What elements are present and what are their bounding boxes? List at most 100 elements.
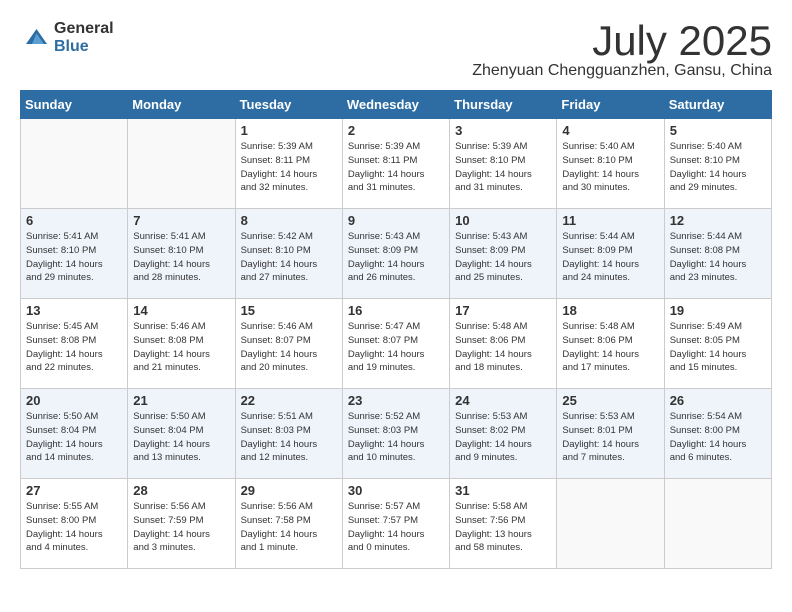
day-info: Sunrise: 5:44 AM Sunset: 8:09 PM Dayligh… [562,230,658,285]
day-number: 1 [241,123,337,138]
day-of-week-header: Sunday [21,91,128,119]
calendar-cell: 23 Sunrise: 5:52 AM Sunset: 8:03 PM Dayli… [342,389,449,479]
calendar-cell: 8Sunrise: 5:42 AM Sunset: 8:10 PM Daylig… [235,209,342,299]
calendar-cell [557,479,664,569]
calendar-body: 1 Sunrise: 5:39 AM Sunset: 8:11 PM Daylig… [21,119,772,569]
calendar-cell: 1 Sunrise: 5:39 AM Sunset: 8:11 PM Daylig… [235,119,342,209]
day-of-week-header: Wednesday [342,91,449,119]
day-number: 6 [26,213,122,228]
logo-icon [20,23,50,53]
calendar-cell: 17 Sunrise: 5:48 AM Sunset: 8:06 PM Dayli… [450,299,557,389]
day-info: Sunrise: 5:46 AM Sunset: 8:07 PM Dayligh… [241,320,337,375]
calendar-cell: 25 Sunrise: 5:53 AM Sunset: 8:01 PM Dayli… [557,389,664,479]
day-number: 20 [26,393,122,408]
calendar-cell: 12Sunrise: 5:44 AM Sunset: 8:08 PM Dayli… [664,209,771,299]
day-of-week-header: Saturday [664,91,771,119]
title-block: July 2025 Zhenyuan Chengguanzhen, Gansu,… [472,20,772,80]
day-number: 18 [562,303,658,318]
logo-general: General [54,20,114,38]
day-info: Sunrise: 5:40 AM Sunset: 8:10 PM Dayligh… [670,140,766,195]
calendar-cell: 15 Sunrise: 5:46 AM Sunset: 8:07 PM Dayli… [235,299,342,389]
calendar-cell: 28 Sunrise: 5:56 AM Sunset: 7:59 PM Dayli… [128,479,235,569]
day-number: 7 [133,213,229,228]
day-number: 8 [241,213,337,228]
day-number: 14 [133,303,229,318]
day-number: 28 [133,483,229,498]
calendar-cell: 18 Sunrise: 5:48 AM Sunset: 8:06 PM Dayli… [557,299,664,389]
day-info: Sunrise: 5:44 AM Sunset: 8:08 PM Dayligh… [670,230,766,285]
calendar-cell: 13 Sunrise: 5:45 AM Sunset: 8:08 PM Dayli… [21,299,128,389]
calendar-cell: 26 Sunrise: 5:54 AM Sunset: 8:00 PM Dayli… [664,389,771,479]
day-number: 9 [348,213,444,228]
day-info: Sunrise: 5:57 AM Sunset: 7:57 PM Dayligh… [348,500,444,555]
day-number: 17 [455,303,551,318]
calendar-week-row: 13 Sunrise: 5:45 AM Sunset: 8:08 PM Dayli… [21,299,772,389]
day-info: Sunrise: 5:50 AM Sunset: 8:04 PM Dayligh… [26,410,122,465]
day-info: Sunrise: 5:39 AM Sunset: 8:10 PM Dayligh… [455,140,551,195]
day-number: 5 [670,123,766,138]
day-info: Sunrise: 5:49 AM Sunset: 8:05 PM Dayligh… [670,320,766,375]
calendar-cell: 24 Sunrise: 5:53 AM Sunset: 8:02 PM Dayli… [450,389,557,479]
day-info: Sunrise: 5:53 AM Sunset: 8:02 PM Dayligh… [455,410,551,465]
calendar-cell: 21 Sunrise: 5:50 AM Sunset: 8:04 PM Dayli… [128,389,235,479]
day-number: 19 [670,303,766,318]
calendar-table: SundayMondayTuesdayWednesdayThursdayFrid… [20,90,772,569]
day-number: 13 [26,303,122,318]
day-info: Sunrise: 5:53 AM Sunset: 8:01 PM Dayligh… [562,410,658,465]
calendar-cell: 31 Sunrise: 5:58 AM Sunset: 7:56 PM Dayli… [450,479,557,569]
calendar-cell [128,119,235,209]
day-info: Sunrise: 5:39 AM Sunset: 8:11 PM Dayligh… [348,140,444,195]
calendar-week-row: 1 Sunrise: 5:39 AM Sunset: 8:11 PM Daylig… [21,119,772,209]
calendar-cell: 7 Sunrise: 5:41 AM Sunset: 8:10 PM Daylig… [128,209,235,299]
calendar-cell: 2 Sunrise: 5:39 AM Sunset: 8:11 PM Daylig… [342,119,449,209]
calendar-cell: 10Sunrise: 5:43 AM Sunset: 8:09 PM Dayli… [450,209,557,299]
day-number: 11 [562,213,658,228]
day-number: 3 [455,123,551,138]
day-info: Sunrise: 5:45 AM Sunset: 8:08 PM Dayligh… [26,320,122,375]
day-of-week-header: Thursday [450,91,557,119]
day-info: Sunrise: 5:39 AM Sunset: 8:11 PM Dayligh… [241,140,337,195]
day-number: 10 [455,213,551,228]
calendar-cell: 29Sunrise: 5:56 AM Sunset: 7:58 PM Dayli… [235,479,342,569]
calendar-cell [21,119,128,209]
logo-blue: Blue [54,38,114,56]
day-number: 22 [241,393,337,408]
day-number: 21 [133,393,229,408]
day-info: Sunrise: 5:58 AM Sunset: 7:56 PM Dayligh… [455,500,551,555]
day-number: 15 [241,303,337,318]
day-info: Sunrise: 5:52 AM Sunset: 8:03 PM Dayligh… [348,410,444,465]
day-info: Sunrise: 5:56 AM Sunset: 7:59 PM Dayligh… [133,500,229,555]
calendar-header: SundayMondayTuesdayWednesdayThursdayFrid… [21,91,772,119]
day-info: Sunrise: 5:54 AM Sunset: 8:00 PM Dayligh… [670,410,766,465]
day-number: 31 [455,483,551,498]
calendar-cell: 20 Sunrise: 5:50 AM Sunset: 8:04 PM Dayli… [21,389,128,479]
day-number: 23 [348,393,444,408]
calendar-week-row: 6 Sunrise: 5:41 AM Sunset: 8:10 PM Daylig… [21,209,772,299]
day-info: Sunrise: 5:48 AM Sunset: 8:06 PM Dayligh… [455,320,551,375]
logo: General Blue [20,20,114,55]
month-title: July 2025 [472,20,772,62]
day-number: 27 [26,483,122,498]
calendar-cell: 6Sunrise: 5:41 AM Sunset: 8:10 PM Daylig… [21,209,128,299]
calendar-cell: 5 Sunrise: 5:40 AM Sunset: 8:10 PM Daylig… [664,119,771,209]
day-of-week-header: Tuesday [235,91,342,119]
day-number: 26 [670,393,766,408]
day-number: 2 [348,123,444,138]
day-info: Sunrise: 5:48 AM Sunset: 8:06 PM Dayligh… [562,320,658,375]
location-subtitle: Zhenyuan Chengguanzhen, Gansu, China [472,62,772,80]
day-info: Sunrise: 5:46 AM Sunset: 8:08 PM Dayligh… [133,320,229,375]
calendar-cell: 3 Sunrise: 5:39 AM Sunset: 8:10 PM Daylig… [450,119,557,209]
day-number: 16 [348,303,444,318]
day-info: Sunrise: 5:41 AM Sunset: 8:10 PM Dayligh… [133,230,229,285]
calendar-cell: 16 Sunrise: 5:47 AM Sunset: 8:07 PM Dayli… [342,299,449,389]
calendar-cell: 11 Sunrise: 5:44 AM Sunset: 8:09 PM Dayli… [557,209,664,299]
day-info: Sunrise: 5:47 AM Sunset: 8:07 PM Dayligh… [348,320,444,375]
calendar-cell: 14 Sunrise: 5:46 AM Sunset: 8:08 PM Dayli… [128,299,235,389]
day-number: 25 [562,393,658,408]
page-header: General Blue July 2025 Zhenyuan Chenggua… [20,20,772,80]
day-number: 24 [455,393,551,408]
day-info: Sunrise: 5:56 AM Sunset: 7:58 PM Dayligh… [241,500,337,555]
calendar-cell [664,479,771,569]
day-info: Sunrise: 5:50 AM Sunset: 8:04 PM Dayligh… [133,410,229,465]
calendar-cell: 27Sunrise: 5:55 AM Sunset: 8:00 PM Dayli… [21,479,128,569]
